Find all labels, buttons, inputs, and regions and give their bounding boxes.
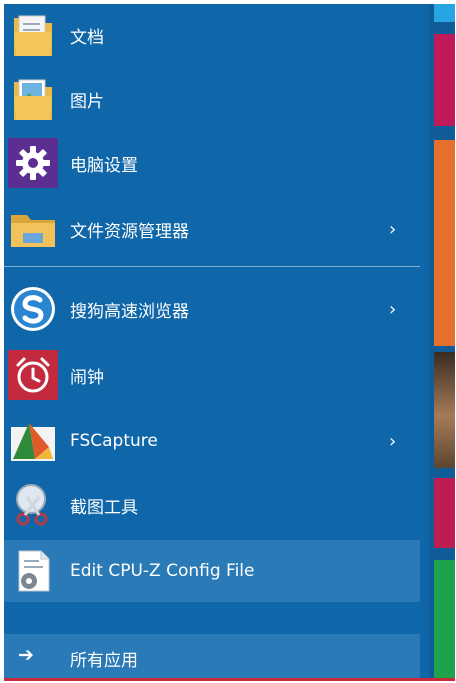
gear-icon — [8, 138, 58, 188]
menu-item-label: FSCapture — [70, 431, 158, 451]
menu-item-label: Edit CPU-Z Config File — [70, 561, 255, 581]
menu-item-label: 文档 — [70, 27, 104, 48]
menu-item-label: 截图工具 — [70, 497, 138, 518]
menu-item-documents[interactable]: 文档 — [4, 4, 420, 66]
menu-item-label: 搜狗高速浏览器 — [70, 301, 189, 322]
alarm-clock-icon — [8, 350, 58, 400]
config-file-icon — [8, 546, 58, 596]
menu-divider — [4, 266, 420, 267]
folder-pictures-icon — [8, 74, 58, 124]
live-tile[interactable] — [434, 478, 455, 548]
live-tile[interactable] — [434, 4, 455, 22]
menu-item-alarms[interactable]: 闹钟 — [4, 344, 420, 406]
submenu-chevron-icon[interactable]: › — [389, 219, 396, 240]
all-apps-button[interactable]: ➔ 所有应用 — [4, 634, 420, 678]
snipping-tool-icon — [8, 480, 58, 530]
menu-item-snipping-tool[interactable]: 截图工具 — [4, 474, 420, 536]
menu-item-label: 文件资源管理器 — [70, 221, 189, 242]
menu-item-sogou-browser[interactable]: 搜狗高速浏览器 › — [4, 278, 420, 340]
live-tile[interactable] — [434, 34, 455, 126]
menu-item-pictures[interactable]: 图片 — [4, 68, 420, 130]
all-apps-label: 所有应用 — [70, 651, 138, 671]
submenu-chevron-icon[interactable]: › — [389, 299, 396, 320]
live-tile[interactable] — [434, 560, 455, 678]
menu-item-pc-settings[interactable]: 电脑设置 — [4, 132, 420, 194]
submenu-chevron-icon[interactable]: › — [389, 431, 396, 452]
folder-documents-icon — [8, 10, 58, 60]
menu-item-edit-cpuz-config[interactable]: Edit CPU-Z Config File — [4, 540, 420, 602]
start-menu: 文档 图片 电脑设置 文件资源管理器 › 搜狗高速浏览器 › 闹钟 FSCapt… — [4, 4, 455, 681]
arrow-right-icon: ➔ — [18, 644, 34, 666]
taskbar-edge — [4, 678, 455, 681]
sogou-browser-icon — [8, 284, 58, 334]
start-menu-list: 文档 图片 电脑设置 文件资源管理器 › 搜狗高速浏览器 › 闹钟 FSCapt… — [4, 4, 429, 681]
menu-item-label: 电脑设置 — [70, 155, 138, 176]
live-tile-photo[interactable] — [434, 352, 455, 468]
menu-item-label: 图片 — [70, 91, 104, 112]
menu-item-fscapture[interactable]: FSCapture › — [4, 410, 420, 472]
menu-item-label: 闹钟 — [70, 367, 104, 388]
menu-item-file-explorer[interactable]: 文件资源管理器 › — [4, 198, 420, 260]
fscapture-icon — [8, 416, 58, 466]
live-tile[interactable] — [434, 140, 455, 346]
file-explorer-icon — [8, 204, 58, 254]
